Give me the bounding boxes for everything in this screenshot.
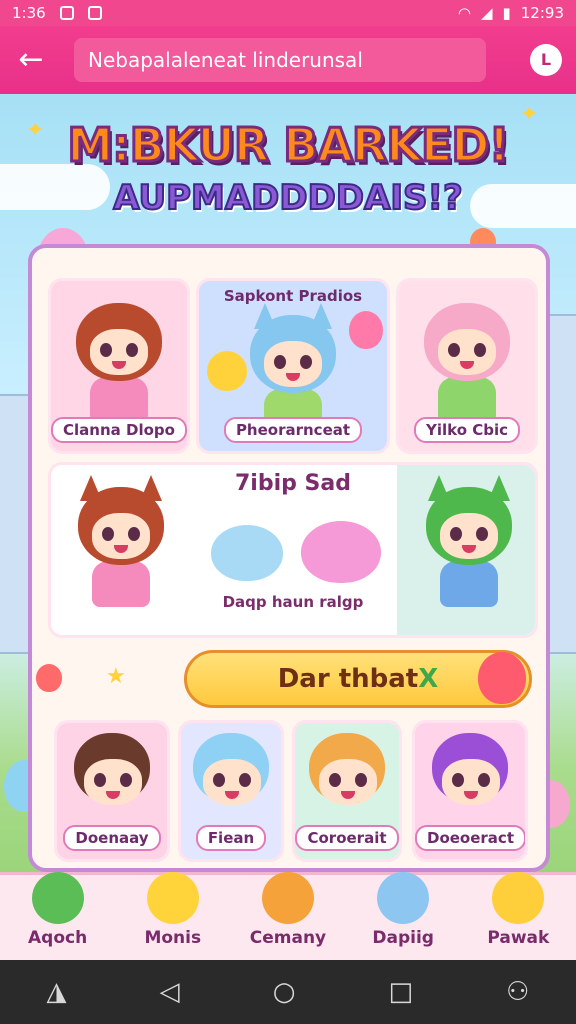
card-label: Yilko Cbic bbox=[413, 417, 521, 443]
notification-icon bbox=[59, 6, 74, 20]
card-label: Clanna Dlopo bbox=[51, 417, 187, 443]
battery-icon: ▮ bbox=[502, 4, 511, 22]
wifi-icon: ◠ bbox=[457, 4, 471, 22]
close-icon: X bbox=[418, 664, 439, 694]
character-board: Clanna Dlopo Sapkont Pradios Pheorarncea… bbox=[28, 244, 550, 872]
system-navigation: ◮ ◁ ○ □ ⚇ bbox=[0, 960, 576, 1024]
character-head bbox=[74, 733, 150, 805]
character-icon bbox=[377, 872, 430, 924]
heart-balloon-icon bbox=[349, 311, 383, 349]
building bbox=[0, 394, 30, 654]
status-bar: 1:36 ◠ ◢ ▮ 12:93 bbox=[0, 0, 576, 26]
character-head bbox=[250, 303, 336, 393]
character-head bbox=[78, 475, 164, 565]
nav-item-cemany[interactable]: Cemany bbox=[238, 868, 338, 952]
coin-icon bbox=[207, 351, 247, 391]
hat-character-icon bbox=[492, 872, 545, 924]
featured-card[interactable]: 7ibip Sad Daqp haun ralgp bbox=[48, 462, 538, 638]
pet-blue bbox=[211, 525, 283, 581]
character-head bbox=[193, 733, 269, 805]
nav-item-monis[interactable]: Monis bbox=[123, 868, 223, 952]
character-head bbox=[309, 733, 385, 805]
game-title: M:BKUR BARKED! bbox=[66, 117, 511, 174]
status-time: 1:36 bbox=[12, 4, 46, 22]
person-icon[interactable]: ⚇ bbox=[506, 977, 529, 1007]
back-arrow-icon[interactable]: ← bbox=[14, 43, 48, 77]
character-card[interactable]: Sapkont Pradios Pheorarnceat bbox=[196, 278, 390, 454]
character-head bbox=[424, 303, 510, 381]
assistant-icon[interactable]: ◮ bbox=[47, 977, 67, 1007]
card-label: Doeoeract bbox=[415, 825, 525, 851]
signal-icon: ◢ bbox=[480, 4, 493, 22]
address-bar[interactable]: Nebapalaleneat linderunsal bbox=[74, 38, 486, 82]
character-head bbox=[76, 303, 162, 381]
building bbox=[548, 314, 576, 654]
app-icon bbox=[87, 6, 102, 20]
card-label: Coroerait bbox=[295, 825, 399, 851]
pet-icon bbox=[261, 872, 314, 924]
star-icon: ★ bbox=[106, 664, 126, 689]
nav-item-pawak[interactable]: Pawak bbox=[468, 868, 568, 952]
pet-pink bbox=[301, 521, 381, 583]
home-icon[interactable]: ○ bbox=[273, 977, 296, 1007]
character-head bbox=[426, 475, 512, 565]
nav-label: Aqoch bbox=[28, 928, 88, 948]
nav-item-aqoch[interactable]: Aqoch bbox=[8, 868, 108, 952]
character-card-right bbox=[397, 465, 535, 635]
card-title: Sapkont Pradios bbox=[223, 287, 363, 305]
bottom-navigation: Aqoch Monis Cemany Dapiig Pawak bbox=[0, 872, 576, 960]
heart-icon bbox=[36, 664, 62, 692]
recents-icon[interactable]: □ bbox=[388, 977, 413, 1007]
card-label: Pheorarnceat bbox=[223, 417, 363, 443]
character-card[interactable]: Coroerait bbox=[292, 720, 402, 862]
card-label: Doenaay bbox=[63, 825, 161, 851]
character-card[interactable]: Doeoeract bbox=[412, 720, 528, 862]
status-clock: 12:93 bbox=[520, 4, 564, 22]
app-bar: ← Nebapalaleneat linderunsal L bbox=[0, 26, 576, 94]
character-card[interactable]: Clanna Dlopo bbox=[48, 278, 190, 454]
game-subtitle: AUPMADDDDAIS!? bbox=[112, 177, 464, 219]
nav-item-dapiig[interactable]: Dapiig bbox=[353, 868, 453, 952]
smiley-icon bbox=[146, 872, 199, 924]
nav-label: Monis bbox=[144, 928, 202, 948]
profile-button[interactable]: L bbox=[530, 44, 562, 76]
nav-label: Dapiig bbox=[372, 928, 434, 948]
back-icon[interactable]: ◁ bbox=[160, 977, 180, 1007]
character-card[interactable]: Doenaay bbox=[54, 720, 170, 862]
action-button-label: Dar thbat bbox=[277, 664, 419, 694]
character-card[interactable]: Fiean bbox=[178, 720, 284, 862]
nav-label: Pawak bbox=[487, 928, 550, 948]
character-card[interactable]: Yilko Cbic bbox=[396, 278, 538, 454]
character-icon bbox=[31, 872, 84, 924]
character-body bbox=[440, 561, 498, 607]
character-head bbox=[432, 733, 508, 805]
nav-label: Cemany bbox=[249, 928, 327, 948]
card-label: Fiean bbox=[195, 825, 267, 851]
heart-icon bbox=[478, 652, 526, 704]
